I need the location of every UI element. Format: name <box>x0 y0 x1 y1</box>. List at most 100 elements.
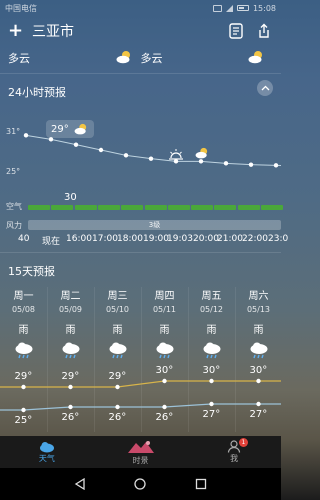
overview-tomorrow[interactable]: 多云 <box>141 50 274 67</box>
low-temp-point <box>256 401 261 407</box>
home-icon[interactable] <box>134 475 147 494</box>
low-temp-label: 26° <box>61 412 80 423</box>
rain-cloud-icon <box>108 342 128 360</box>
high-temp-label: 30° <box>202 365 221 376</box>
hourly-time-axis[interactable]: 40 现在 16:00 17:00 18:00 19:00 19:03 20:00 21:00 2… <box>0 232 288 248</box>
hourly-time-label: 17:00 <box>92 234 118 244</box>
hourly-time-label: 18:00 <box>117 234 143 244</box>
hourly-temp-point <box>73 142 79 147</box>
aqi-bar <box>261 205 283 210</box>
share-icon[interactable] <box>255 22 273 40</box>
forecast-weekday: 周三 <box>107 291 128 302</box>
wind-label: 风力 <box>6 221 22 230</box>
battery-icon <box>236 5 249 11</box>
rain-cloud-icon <box>14 342 34 360</box>
add-city-button[interactable]: + <box>8 22 23 40</box>
high-temp-line <box>0 380 281 388</box>
hourly-time-label: 23:0 <box>268 234 289 244</box>
forecast-weekday: 周六 <box>248 291 269 302</box>
high-temp-label: 29° <box>14 371 33 382</box>
partly-cloudy-icon <box>247 50 265 67</box>
wind-level-bar: 3级 <box>28 220 281 230</box>
collapse-button[interactable] <box>257 80 273 96</box>
city-title[interactable]: 三亚市 <box>32 21 217 41</box>
system-navigation-bar <box>0 468 281 500</box>
forecast-day[interactable]: 周二 05/09 雨 <box>47 287 94 360</box>
forecast-day[interactable]: 周六 05/13 雨 <box>235 287 282 360</box>
hourly-temp-point <box>148 156 154 161</box>
forecast-date: 05/09 <box>58 305 83 314</box>
low-temp-label: 25° <box>14 415 33 426</box>
rain-cloud-icon <box>61 342 81 360</box>
high-temp-point <box>162 378 167 384</box>
forecast-condition: 雨 <box>18 325 29 336</box>
section-divider <box>0 73 281 74</box>
hourly-temp-point <box>123 153 129 158</box>
forecast-weekday: 周四 <box>154 291 175 302</box>
forecast-date: 05/10 <box>105 305 130 314</box>
partly-cloudy-icon <box>115 50 133 67</box>
forecast-day[interactable]: 周四 05/11 雨 <box>141 287 188 360</box>
hourly-temp-point <box>23 133 29 138</box>
partly-cloudy-icon <box>194 144 210 163</box>
top-header: + 三亚市 <box>0 17 281 45</box>
notes-icon[interactable] <box>227 22 245 40</box>
hourly-temp-line <box>25 134 281 166</box>
hourly-time-label: 现在 <box>42 237 61 247</box>
hourly-temp-point <box>98 147 104 153</box>
low-temp-label: 27° <box>202 409 221 420</box>
hourly-time-label: 16:00 <box>66 234 92 244</box>
forecast-weekday: 周二 <box>60 291 81 302</box>
partly-cloudy-icon <box>74 123 86 135</box>
rain-cloud-icon <box>202 342 222 360</box>
low-temp-label: 26° <box>108 412 127 423</box>
forecast-day[interactable]: 周三 05/10 雨 <box>94 287 141 360</box>
scenery-icon <box>127 440 154 453</box>
high-temp-label: 30° <box>249 365 268 376</box>
forecast-date: 05/11 <box>152 305 177 314</box>
forecast-day[interactable]: 周五 05/12 雨 <box>188 287 235 360</box>
hourly-time-label: 20:00 <box>193 234 219 244</box>
aqi-value: 30 <box>64 192 77 203</box>
forecast-weekday: 周五 <box>201 291 222 302</box>
high-temp-point <box>115 384 120 390</box>
aqi-bar <box>51 205 74 210</box>
forecast-condition: 雨 <box>253 325 264 336</box>
overview-condition: 多云 <box>140 52 163 65</box>
nav-profile[interactable]: 1 我 <box>187 436 281 468</box>
aqi-bar <box>74 205 97 210</box>
aqi-bar <box>191 205 214 210</box>
chevron-up-icon <box>261 85 269 91</box>
low-temp-label: 27° <box>249 409 268 420</box>
rain-cloud-icon <box>155 342 175 360</box>
nav-scenery[interactable]: 时景 <box>94 436 188 468</box>
hourly-time-label: 19:00 <box>143 234 169 244</box>
forecast-weekday: 周一 <box>13 291 34 302</box>
notification-icon <box>212 4 222 12</box>
hourly-forecast-title: 24小时预报 <box>8 86 66 99</box>
overview-today[interactable]: 多云 <box>8 50 141 67</box>
daily-overview: 多云 多云 <box>0 45 281 71</box>
high-temp-point <box>209 378 214 384</box>
back-icon[interactable] <box>74 475 86 494</box>
low-temp-point <box>162 404 167 410</box>
sunset-icon <box>168 145 184 164</box>
nav-weather[interactable]: 天气 <box>0 436 94 468</box>
forecast-date: 05/08 <box>11 305 36 314</box>
high-temp-label: 29° <box>61 371 80 382</box>
hourly-time-label: 19:03 <box>167 234 193 244</box>
nav-scenery-label: 时景 <box>132 455 149 465</box>
carrier-name: 中国电信 <box>5 3 37 13</box>
low-temp-point <box>209 401 214 407</box>
hourly-time-label: 21:00 <box>217 234 243 244</box>
low-temp-label: 26° <box>155 412 174 423</box>
hourly-time-label: 40 <box>18 234 30 244</box>
recent-apps-icon[interactable] <box>195 475 207 494</box>
current-temp: 29° <box>51 123 69 135</box>
forecast-date: 05/13 <box>246 305 271 314</box>
signal-icon <box>225 4 233 12</box>
aqi-bar <box>237 205 260 210</box>
low-temp-point <box>21 407 26 413</box>
forecast-day[interactable]: 周一 05/08 雨 <box>0 287 47 360</box>
low-temp-point <box>115 404 120 410</box>
